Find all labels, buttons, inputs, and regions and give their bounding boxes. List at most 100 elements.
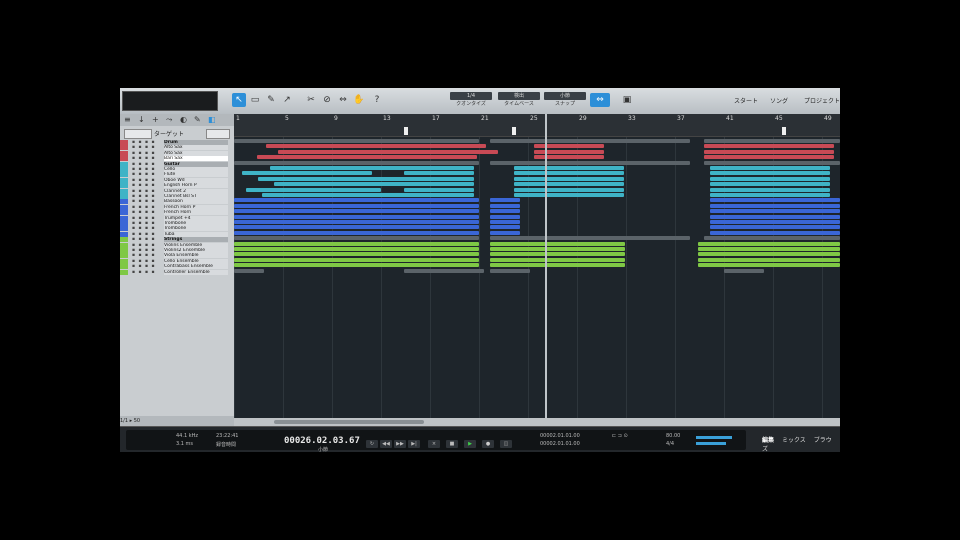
- track-lane[interactable]: [234, 187, 840, 193]
- event-clip[interactable]: [710, 176, 830, 181]
- tab-mix[interactable]: ミックス: [782, 437, 806, 444]
- event-clip[interactable]: [698, 252, 840, 257]
- track-lane[interactable]: [234, 268, 840, 274]
- track-header[interactable]: ▪ ▪ ▪ ▪ Trombone: [120, 221, 234, 226]
- track-mute-solo-icons[interactable]: ▪ ▪ ▪ ▪: [132, 248, 162, 253]
- track-mute-solo-icons[interactable]: ▪ ▪ ▪ ▪: [132, 216, 162, 221]
- event-clip[interactable]: [234, 252, 479, 257]
- horizontal-scrollbar[interactable]: [234, 418, 840, 426]
- track-header[interactable]: ▪ ▪ ▪ ▪ Contrabass Ensemble: [120, 264, 234, 270]
- track-lane[interactable]: [234, 166, 840, 171]
- event-clip[interactable]: [710, 209, 840, 214]
- event-clip[interactable]: [234, 257, 479, 262]
- track-lane[interactable]: [234, 236, 840, 241]
- forward-icon[interactable]: ▶▶: [394, 440, 406, 448]
- event-clip[interactable]: [234, 247, 479, 251]
- event-clip[interactable]: [234, 209, 479, 214]
- track-lane[interactable]: [234, 182, 840, 187]
- event-clip[interactable]: [698, 257, 840, 262]
- event-clip[interactable]: [710, 166, 830, 170]
- track-mute-solo-icons[interactable]: ▪ ▪ ▪ ▪: [132, 205, 162, 210]
- play-icon[interactable]: ▶: [464, 440, 476, 448]
- edit-icon[interactable]: ✎: [194, 115, 201, 124]
- event-clip[interactable]: [246, 187, 381, 192]
- event-clip[interactable]: [710, 214, 840, 219]
- track-lane[interactable]: [234, 176, 840, 182]
- track-mute-solo-icons[interactable]: ▪ ▪ ▪ ▪: [132, 199, 162, 204]
- add-track-icon[interactable]: +: [152, 115, 159, 124]
- event-clip[interactable]: [704, 160, 840, 165]
- stop-icon[interactable]: ×: [428, 440, 440, 448]
- track-lane[interactable]: [234, 144, 840, 149]
- event-clip[interactable]: [710, 193, 830, 197]
- track-mute-solo-icons[interactable]: ▪ ▪ ▪ ▪: [132, 232, 162, 237]
- event-clip[interactable]: [698, 263, 840, 268]
- automation-icon[interactable]: ⤳: [166, 115, 172, 125]
- track-lane[interactable]: [234, 220, 840, 225]
- event-clip[interactable]: [514, 166, 624, 170]
- event-clip[interactable]: [234, 203, 479, 208]
- help-icon[interactable]: ?: [370, 93, 384, 107]
- track-mute-solo-icons[interactable]: ▪ ▪ ▪ ▪: [132, 221, 162, 226]
- collapse-button[interactable]: [124, 129, 152, 139]
- track-header[interactable]: ▪ ▪ ▪ ▪ Clarinet 2: [120, 188, 234, 194]
- track-header[interactable]: ▪ ▪ ▪ ▪ Trombone: [120, 226, 234, 232]
- event-clip[interactable]: [710, 187, 830, 192]
- track-lane[interactable]: [234, 171, 840, 176]
- event-clip[interactable]: [490, 198, 520, 203]
- event-clip[interactable]: [234, 263, 479, 268]
- track-mute-solo-icons[interactable]: ▪ ▪ ▪ ▪: [132, 270, 162, 275]
- track-header[interactable]: ▪ ▪ ▪ ▪ French Horn: [120, 210, 234, 216]
- track-header[interactable]: ▪ ▪ ▪ ▪ Cello Ensemble: [120, 258, 234, 264]
- event-clip[interactable]: [257, 155, 477, 160]
- track-mute-solo-icons[interactable]: ▪ ▪ ▪ ▪: [132, 264, 162, 269]
- event-clip[interactable]: [490, 230, 520, 235]
- marker-flag[interactable]: [512, 127, 516, 135]
- tab-project[interactable]: プロジェクト: [804, 96, 840, 105]
- track-mute-solo-icons[interactable]: ▪ ▪ ▪ ▪: [132, 151, 162, 156]
- cycle-icon[interactable]: ◐: [180, 115, 187, 124]
- pencil-tool-icon[interactable]: ✎: [264, 93, 278, 107]
- list-icon[interactable]: ≡: [124, 115, 131, 124]
- loop-start[interactable]: 00002.01.01.00: [540, 433, 580, 439]
- track-lane[interactable]: [234, 209, 840, 214]
- event-clip[interactable]: [710, 230, 840, 235]
- save-icon[interactable]: ▣: [620, 93, 634, 107]
- track-mute-solo-icons[interactable]: ▪ ▪ ▪ ▪: [132, 140, 162, 145]
- track-header[interactable]: ▪ ▪ ▪ ▪ Drum: [120, 140, 234, 145]
- track-mute-solo-icons[interactable]: ▪ ▪ ▪ ▪: [132, 189, 162, 194]
- event-clip[interactable]: [278, 149, 498, 154]
- track-mute-solo-icons[interactable]: ▪ ▪ ▪ ▪: [132, 259, 162, 264]
- event-clip[interactable]: [234, 268, 264, 273]
- event-clip[interactable]: [234, 139, 479, 143]
- track-header[interactable]: ▪ ▪ ▪ ▪ English Horn P: [120, 183, 234, 189]
- track-mute-solo-icons[interactable]: ▪ ▪ ▪ ▪: [132, 178, 162, 183]
- event-clip[interactable]: [490, 268, 530, 273]
- loop-end[interactable]: 00002.01.01.00: [540, 441, 580, 447]
- event-clip[interactable]: [514, 182, 624, 187]
- split-tool-icon[interactable]: ✂: [304, 93, 318, 107]
- event-clip[interactable]: [704, 155, 834, 160]
- event-clip[interactable]: [704, 139, 840, 143]
- track-lane[interactable]: [234, 225, 840, 230]
- event-clip[interactable]: [404, 187, 474, 192]
- track-lane[interactable]: [234, 203, 840, 209]
- track-mute-solo-icons[interactable]: ▪ ▪ ▪ ▪: [132, 167, 162, 172]
- event-clip[interactable]: [514, 187, 624, 192]
- event-clip[interactable]: [234, 220, 479, 224]
- time-display[interactable]: 00026.02.03.67: [284, 436, 360, 446]
- track-lane[interactable]: [234, 247, 840, 252]
- event-clip[interactable]: [490, 236, 690, 241]
- loop-icon[interactable]: ↻: [366, 440, 378, 448]
- track-header[interactable]: ▪ ▪ ▪ ▪ Trumpet +4: [120, 215, 234, 221]
- tab-edit[interactable]: 編集: [762, 437, 774, 444]
- event-clip[interactable]: [704, 149, 834, 154]
- event-clip[interactable]: [404, 171, 474, 176]
- event-clip[interactable]: [404, 166, 474, 170]
- event-clip[interactable]: [490, 252, 625, 257]
- track-header[interactable]: ▪ ▪ ▪ ▪ Controller Ensemble: [120, 269, 234, 275]
- track-mute-solo-icons[interactable]: ▪ ▪ ▪ ▪: [132, 183, 162, 188]
- event-clip[interactable]: [234, 214, 479, 219]
- track-mute-solo-icons[interactable]: ▪ ▪ ▪ ▪: [132, 253, 162, 258]
- metronome-icon[interactable]: ◫: [500, 440, 512, 448]
